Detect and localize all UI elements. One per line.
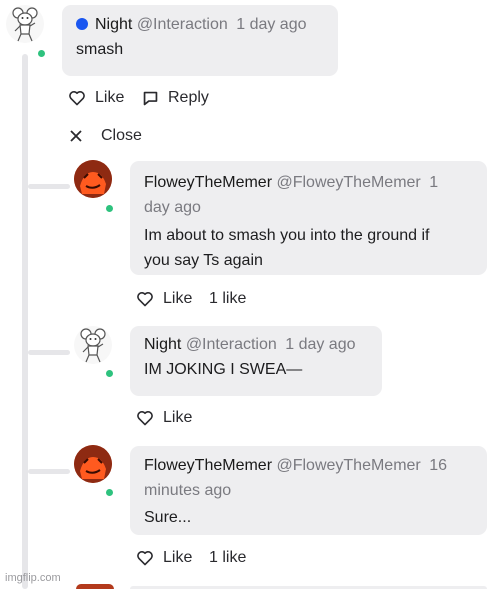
avatar[interactable] [6,5,44,43]
comment-header: FloweyTheMemer @FloweyTheMemer 1 [144,170,473,195]
author-handle: @Interaction [185,336,277,353]
close-icon [70,130,82,142]
like-count[interactable]: 1 like [209,549,246,567]
author-name[interactable]: FloweyTheMemer [144,457,272,474]
like-button[interactable]: Like [136,290,192,308]
timestamp: 1 day ago [236,16,307,33]
comment-text: IM JOKING I SWEA— [144,361,303,378]
online-indicator [104,203,115,214]
author-name[interactable]: Night [144,336,181,353]
author-handle: @FloweyTheMemer [276,174,421,191]
watermark: imgflip.com [5,572,61,584]
comment-text-cont: you say Ts again [144,252,263,269]
avatar[interactable] [76,584,114,589]
author-name[interactable]: FloweyTheMemer [144,174,272,191]
timestamp: 1 [429,174,439,191]
comment-header: Night @Interaction 1 day ago [144,332,368,357]
like-label: Like [95,89,125,106]
like-button[interactable]: Like [136,409,192,427]
avatar[interactable] [74,326,112,364]
author-handle: @Interaction [136,16,228,33]
comment-bubble: FloweyTheMemer @FloweyTheMemer 16 minute… [130,446,487,535]
timestamp-cont: day ago [144,199,201,216]
online-indicator [36,48,47,59]
like-label: Like [163,409,193,426]
comment-bubble: Night @Interaction 1 day ago IM JOKING I… [130,326,382,396]
reply-icon [143,91,158,105]
comment-header: Night @Interaction 1 day ago [76,12,324,37]
heart-icon [137,551,153,566]
reply-button[interactable]: Reply [142,89,209,107]
flowey-avatar-icon [74,160,112,198]
avatar[interactable] [74,445,112,483]
online-indicator [104,487,115,498]
like-label: Like [163,290,193,307]
close-label: Close [101,127,142,144]
thread-branch [28,184,70,189]
thread-branch [28,469,70,474]
comment-header: FloweyTheMemer @FloweyTheMemer 16 [144,453,473,478]
like-count[interactable]: 1 like [209,290,246,308]
status-dot [76,18,88,30]
thread-line [22,54,28,589]
comment-text: Sure... [144,509,192,526]
heart-icon [137,292,153,307]
thread-branch [28,350,70,355]
online-indicator [104,368,115,379]
mouse-avatar-icon [12,7,38,42]
like-button[interactable]: Like [136,549,192,567]
like-button[interactable]: Like [68,89,124,107]
avatar[interactable] [74,160,112,198]
heart-icon [137,411,153,426]
comment-text: Im about to smash you into the ground if [144,227,430,244]
comment-bubble: FloweyTheMemer @FloweyTheMemer 1 day ago… [130,161,487,275]
timestamp: 1 day ago [285,336,356,353]
timestamp-cont: minutes ago [144,482,232,499]
timestamp: 16 [429,457,448,474]
reply-label: Reply [168,89,209,106]
author-name[interactable]: Night [95,16,132,33]
heart-icon [69,91,85,106]
flowey-avatar-icon [74,445,112,483]
mouse-avatar-icon [80,328,106,363]
author-handle: @FloweyTheMemer [276,457,421,474]
close-replies-button[interactable]: Close [69,127,142,145]
comment-bubble: Night @Interaction 1 day ago smash [62,5,338,76]
comment-text: smash [76,41,124,58]
like-label: Like [163,549,193,566]
